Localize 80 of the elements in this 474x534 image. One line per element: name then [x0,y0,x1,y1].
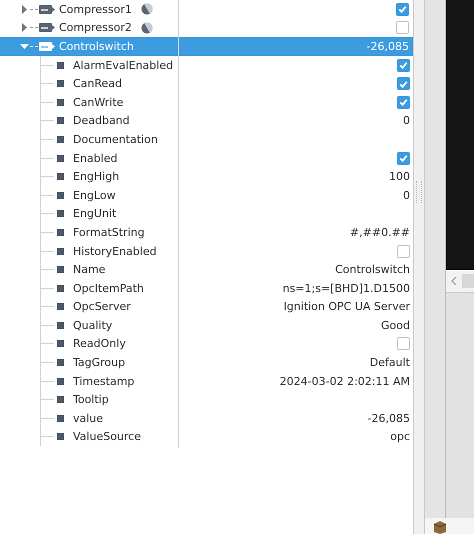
checkbox[interactable] [396,2,409,16]
vertical-scrollbar[interactable] [413,0,425,534]
box-icon[interactable] [433,520,447,534]
tree-row[interactable]: Compressor1 [0,0,413,19]
value-text: opc [390,430,410,444]
property-icon [57,117,64,124]
property-icon [57,173,64,180]
tree-label: Compressor1 [59,2,132,16]
tree-label: Controlswitch [59,40,134,53]
property-icon [57,414,64,422]
checkbox[interactable] [397,58,410,72]
checkbox[interactable] [396,21,409,34]
scrollbar-thumb[interactable] [462,274,474,288]
tag-folder-icon [39,21,55,34]
property-label[interactable]: AlarmEvalEnabled [73,58,174,72]
property-icon [57,322,64,329]
property-label[interactable]: FormatString [73,226,145,239]
horizontal-scrollbar[interactable] [446,270,474,293]
property-icon [57,266,64,274]
property-label[interactable]: EngHigh [73,170,120,184]
value-text: 0 [403,188,410,202]
property-icon [57,248,64,255]
property-label[interactable]: Quality [73,318,112,332]
property-label[interactable]: Enabled [73,152,118,165]
value-text: ns=1;s=[BHD]1.D1500 [282,282,410,295]
property-label[interactable]: value [73,412,104,425]
expand-icon[interactable] [20,23,29,32]
value-text: 0 [403,114,410,128]
property-icon [57,192,64,199]
checkbox[interactable] [397,337,410,350]
property-label[interactable]: Name [73,263,106,276]
tag-folder-icon [39,2,55,16]
property-icon [57,359,64,366]
property-label[interactable]: Documentation [73,132,158,146]
value-text: Ignition OPC UA Server [284,300,410,314]
collapse-icon[interactable] [20,42,29,51]
property-icon [57,210,64,218]
property-label[interactable]: EngLow [73,188,116,202]
tag-folder-icon [39,40,55,53]
property-label[interactable]: EngUnit [73,207,116,220]
checkbox[interactable] [397,152,410,165]
property-label[interactable]: Timestamp [73,374,134,388]
checkbox[interactable] [397,244,410,258]
checkbox[interactable] [397,77,410,90]
scroll-left-icon[interactable] [451,277,457,285]
property-icon [57,396,64,404]
tree-row[interactable]: Compressor2 [0,18,413,38]
property-icon [57,228,64,236]
property-label[interactable]: CanWrite [73,96,124,109]
value-text: Default [370,356,410,370]
property-icon [57,433,64,440]
property-label[interactable]: HistoryEnabled [73,244,157,258]
property-icon [57,378,64,385]
property-icon [57,98,64,106]
property-icon [57,284,64,292]
property-icon [57,303,64,310]
property-icon [57,154,64,162]
value-text: 2024-03-02 2:02:11 AM [280,374,410,388]
value-text: -26,085 [366,40,409,53]
property-label[interactable]: ReadOnly [73,337,126,350]
scrollbar-grip[interactable] [416,181,422,203]
property-label[interactable]: ValueSource [73,430,141,444]
property-label[interactable]: OpcServer [73,300,131,314]
tree-label: Compressor2 [59,21,132,34]
value-text: Good [381,318,410,332]
property-label[interactable]: Tooltip [73,393,109,406]
property-label[interactable]: OpcItemPath [73,282,144,295]
checkbox[interactable] [397,96,410,109]
property-icon [57,340,64,348]
value-text: -26,085 [368,412,410,425]
property-icon [57,80,64,88]
property-label[interactable]: CanRead [73,77,122,90]
value-text: Controlswitch [335,263,410,276]
value-text: 100 [389,170,410,184]
property-icon [57,136,64,143]
property-label[interactable]: Deadband [73,114,130,128]
property-icon [57,62,64,69]
value-text: #,##0.## [350,226,410,239]
expand-icon[interactable] [20,4,29,14]
property-label[interactable]: TagGroup [73,356,126,370]
